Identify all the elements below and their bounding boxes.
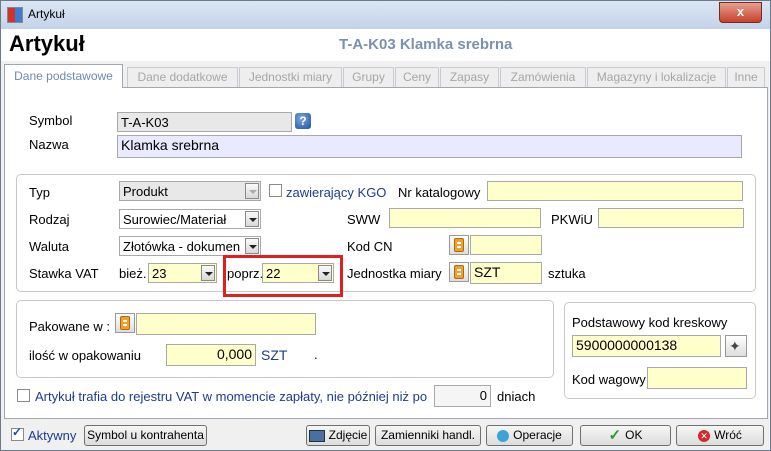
weight-code-field[interactable] <box>647 367 747 389</box>
kgo-label: zawierający KGO <box>286 185 387 200</box>
kgo-checkbox[interactable] <box>269 184 282 197</box>
close-button[interactable]: x <box>719 2 762 23</box>
symbol-field[interactable]: T-A-K03 <box>117 112 292 132</box>
catalog-label: Nr katalogowy <box>398 185 481 200</box>
tab-grupy[interactable]: Grupy <box>343 67 394 87</box>
currency-value: Złotówka - dokumen <box>123 239 241 254</box>
operations-button[interactable]: Operacje <box>486 425 573 446</box>
title-bar: Artykuł x <box>1 1 770 30</box>
unit-field[interactable]: SZT <box>470 262 542 284</box>
active-checkbox[interactable] <box>11 425 24 441</box>
name-field[interactable]: Klamka srebrna <box>117 135 742 158</box>
tab-magazyny[interactable]: Magazyny i lokalizacje <box>587 67 726 87</box>
packed-field[interactable] <box>136 313 316 335</box>
cn-field[interactable] <box>470 235 542 255</box>
ok-button[interactable]: ✓ OK <box>580 425 671 446</box>
packed-label: Pakowane w : <box>29 319 110 334</box>
window-title: Artykuł <box>28 7 65 21</box>
symbol-label: Symbol <box>29 113 73 128</box>
vat-register-checkbox[interactable] <box>17 389 30 402</box>
page-title: Artykuł <box>9 31 85 56</box>
qty-label: ilość w opakowaniu <box>29 348 142 363</box>
vat-current-value: 23 <box>152 266 167 281</box>
photo-button[interactable]: Zdjęcie <box>306 425 370 446</box>
substitutes-button-label: Zamienniki handl. <box>380 428 476 442</box>
vat-register-label: Artykuł trafia do rejestru VAT w momenci… <box>35 389 428 404</box>
sww-label: SWW <box>347 212 381 227</box>
barcode-label: Podstawowy kod kreskowy <box>572 315 728 330</box>
substitutes-button[interactable]: Zamienniki handl. <box>375 425 481 446</box>
vat-current-label: bież. <box>119 266 147 281</box>
name-label: Nazwa <box>29 137 69 152</box>
vat-label: Stawka VAT <box>29 266 99 281</box>
magic-wand-icon: ✦ <box>729 338 741 354</box>
tab-dane-dodatkowe[interactable]: Dane dodatkowe <box>127 67 238 87</box>
tab-ceny[interactable]: Ceny <box>395 67 439 87</box>
tab-inne[interactable]: Inne <box>727 67 765 87</box>
help-icon: ? <box>295 113 311 129</box>
sww-field[interactable] <box>389 208 541 228</box>
packaging-group <box>16 300 554 378</box>
qty-unit: SZT <box>261 347 288 363</box>
catalog-field[interactable] <box>487 181 743 201</box>
app-icon <box>7 7 23 23</box>
list-picker-icon <box>120 316 130 330</box>
list-picker-icon <box>454 238 464 252</box>
tab-zapasy[interactable]: Zapasy <box>440 67 499 87</box>
tab-jednostki-miary[interactable]: Jednostki miary <box>239 67 342 87</box>
header: Artykuł T-A-K03 Klamka srebrna <box>1 29 770 61</box>
packed-picker-button[interactable] <box>115 313 135 333</box>
type-label: Typ <box>29 185 50 200</box>
pkwiu-label: PKWiU <box>551 212 593 227</box>
tab-zamowienia[interactable]: Zamówienia <box>500 67 586 87</box>
type-select[interactable]: Produkt <box>119 181 261 201</box>
tab-strip: Dane podstawowe Dane dodatkowe Jednostki… <box>1 64 770 88</box>
vat-register-days-label: dniach <box>497 389 536 404</box>
photo-button-label: Zdjęcie <box>328 428 368 442</box>
currency-label: Waluta <box>29 239 69 254</box>
checkmark-icon: ✓ <box>608 427 622 445</box>
kind-label: Rodzaj <box>29 212 70 227</box>
vat-current-select[interactable]: 23 <box>148 263 217 283</box>
ok-button-label: OK <box>625 428 643 442</box>
chevron-down-icon <box>245 211 259 227</box>
unit-label: Jednostka miary <box>347 266 442 281</box>
photo-icon <box>308 429 325 442</box>
qty-field[interactable]: 0,000 <box>166 344 256 366</box>
qty-dot: . <box>314 347 318 362</box>
symbol-help-button[interactable]: ? <box>294 112 314 132</box>
list-picker-icon <box>454 265 464 279</box>
operations-button-label: Operacje <box>513 428 562 442</box>
barcode-generate-button[interactable]: ✦ <box>725 335 747 357</box>
back-button[interactable]: ✕ Wróć <box>676 425 764 446</box>
kind-value: Surowiec/Materiał <box>123 212 227 227</box>
chevron-down-icon <box>245 183 259 199</box>
cn-picker-button[interactable] <box>449 235 469 255</box>
cancel-icon: ✕ <box>698 429 711 442</box>
chevron-down-icon <box>201 265 215 281</box>
article-window: Artykuł x Artykuł T-A-K03 Klamka srebrna… <box>0 0 771 451</box>
cn-label: Kod CN <box>347 239 393 254</box>
operations-icon <box>497 429 510 442</box>
unit-description: sztuka <box>548 266 586 281</box>
tab-dane-podstawowe[interactable]: Dane podstawowe <box>4 64 123 88</box>
pkwiu-field[interactable] <box>598 208 744 228</box>
barcode-field[interactable]: 5900000000138 <box>572 335 721 357</box>
contractor-symbol-button[interactable]: Symbol u kontrahenta <box>84 425 207 446</box>
unit-picker-button[interactable] <box>449 262 469 282</box>
highlight-box <box>223 255 343 297</box>
active-label: Aktywny <box>28 428 77 443</box>
type-value: Produkt <box>123 184 168 199</box>
vat-register-days-field[interactable]: 0 <box>434 385 491 407</box>
currency-select[interactable]: Złotówka - dokumen <box>119 236 261 256</box>
chevron-down-icon <box>245 238 259 254</box>
record-title: T-A-K03 Klamka srebrna <box>339 36 513 53</box>
weight-code-label: Kod wagowy <box>572 372 646 387</box>
back-button-label: Wróć <box>714 428 742 442</box>
kind-select[interactable]: Surowiec/Materiał <box>119 209 261 229</box>
